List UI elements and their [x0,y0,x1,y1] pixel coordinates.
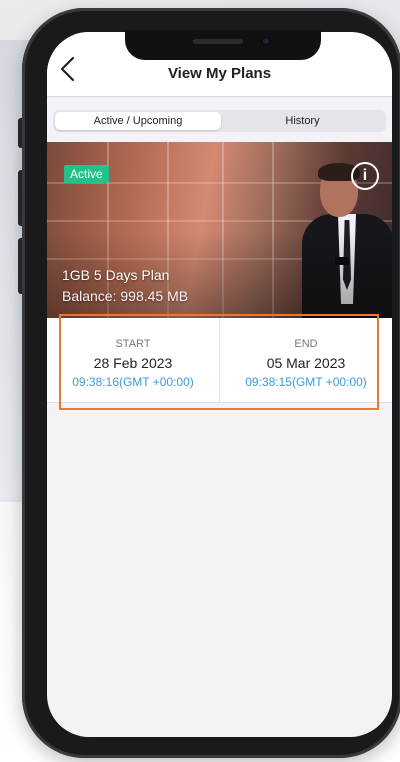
plan-name: 1GB 5 Days Plan [62,267,170,283]
tab-active-upcoming[interactable]: Active / Upcoming [55,112,221,130]
app-screen: View My Plans Active / Upcoming History … [47,32,392,737]
end-time: 09:38:15(GMT +00:00) [245,375,367,389]
plan-tabs: Active / Upcoming History [53,110,386,132]
start-column: START 28 Feb 2023 09:38:16(GMT +00:00) [47,318,219,402]
info-icon[interactable]: i [351,162,379,190]
tab-history[interactable]: History [221,112,384,130]
front-camera [261,36,271,46]
status-badge: Active [64,165,109,183]
start-date: 28 Feb 2023 [93,355,173,371]
page-title: View My Plans [167,65,272,82]
end-date: 05 Mar 2023 [266,355,346,371]
end-column: END 05 Mar 2023 09:38:15(GMT +00:00) [220,318,392,402]
phone-notch [125,30,321,60]
end-label: END [294,338,318,350]
speaker-grille [193,39,243,44]
plan-balance: Balance: 998.45 MB [62,288,189,304]
plan-dates: START 28 Feb 2023 09:38:16(GMT +00:00) E… [47,318,392,403]
start-label: START [115,338,151,350]
start-time: 09:38:16(GMT +00:00) [72,375,194,389]
